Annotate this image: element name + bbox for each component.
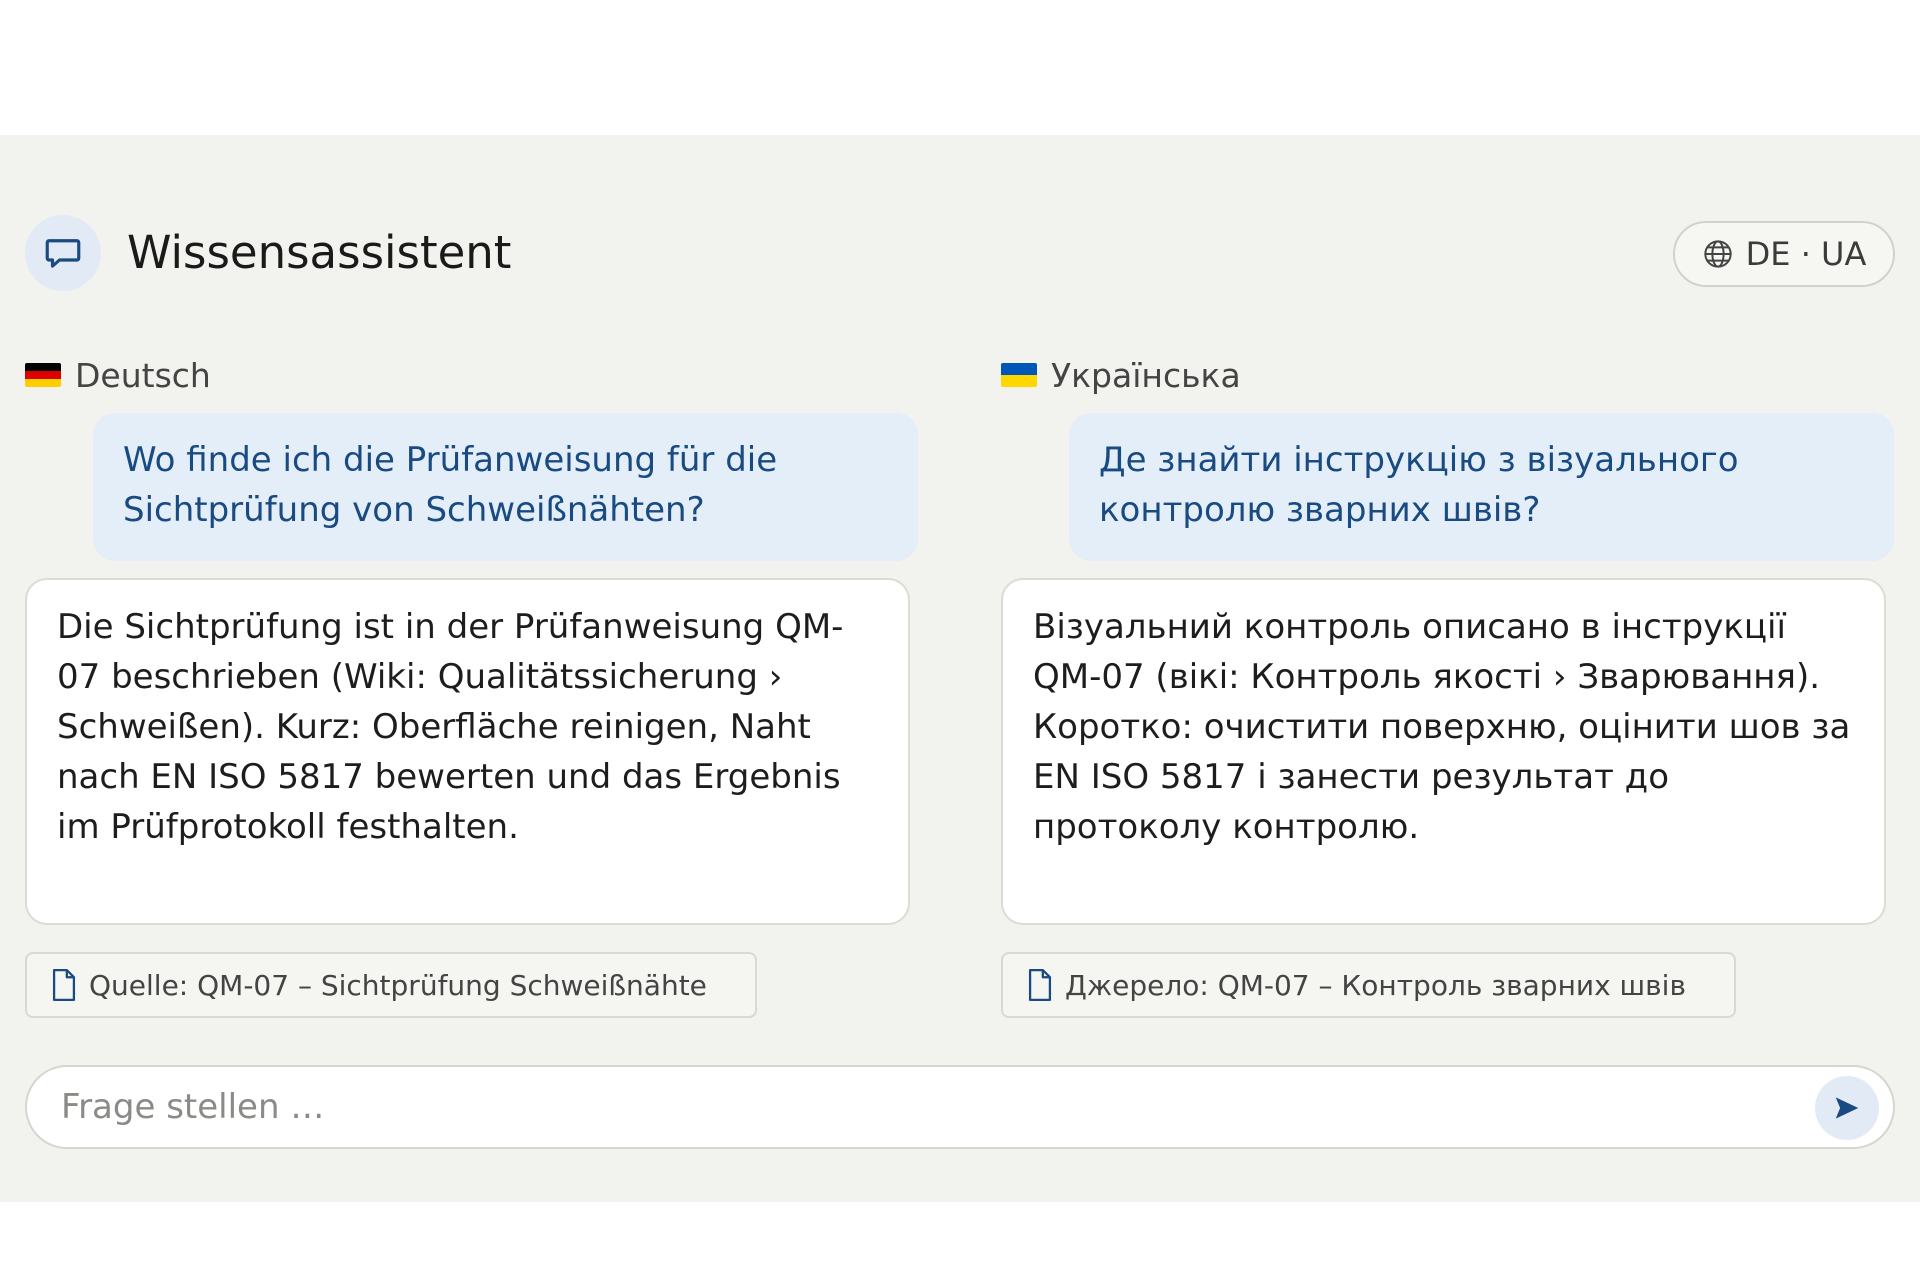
assistant-answer-bubble: Візуальний контроль описано в інструкції… <box>1001 578 1886 925</box>
language-toggle-label: DE · UA <box>1745 235 1867 273</box>
source-label: Quelle: QM-07 – Sichtprüfung Schweißnäht… <box>89 968 707 1002</box>
answer-text: Візуальний контроль описано в інструкції… <box>1033 607 1851 847</box>
column-header-german: Deutsch <box>25 350 910 400</box>
question-input[interactable] <box>61 1077 1761 1137</box>
assistant-answer-bubble: Die Sichtprüfung ist in der Prüfanweisun… <box>25 578 910 925</box>
app-title: Wissensassistent <box>127 226 512 279</box>
column-header-ukrainian: Українська <box>1001 350 1886 400</box>
source-link[interactable]: Quelle: QM-07 – Sichtprüfung Schweißnäht… <box>25 952 757 1018</box>
send-button[interactable] <box>1815 1076 1879 1140</box>
question-input-bar <box>25 1065 1895 1149</box>
answer-text: Die Sichtprüfung ist in der Prüfanweisun… <box>57 607 844 847</box>
app-header: Wissensassistent DE · UA <box>25 215 1895 291</box>
column-label: Українська <box>1051 355 1241 395</box>
ukrainian-flag-icon <box>1001 363 1037 387</box>
source-link[interactable]: Джерело: QM-07 – Контроль зварних швів <box>1001 952 1736 1018</box>
column-ukrainian: Українська Де знайти інструкцію з візуал… <box>1001 350 1894 1018</box>
german-flag-icon <box>25 363 61 387</box>
user-question-bubble: Де знайти інструкцію з візуального контр… <box>1069 413 1894 561</box>
column-german: Deutsch Wo finde ich die Prüfanweisung f… <box>25 350 918 1018</box>
send-arrow-icon <box>1835 1097 1859 1119</box>
assistant-app: Wissensassistent DE · UA Deutsch Wo find… <box>0 135 1920 1202</box>
source-label: Джерело: QM-07 – Контроль зварних швів <box>1065 968 1686 1002</box>
document-icon <box>1028 968 1052 1002</box>
chat-bubble-icon <box>25 215 101 291</box>
document-icon <box>52 968 76 1002</box>
user-question-bubble: Wo finde ich die Prüfanweisung für die S… <box>93 413 918 561</box>
globe-icon <box>1703 240 1732 268</box>
language-toggle[interactable]: DE · UA <box>1673 221 1895 287</box>
column-label: Deutsch <box>75 355 211 395</box>
